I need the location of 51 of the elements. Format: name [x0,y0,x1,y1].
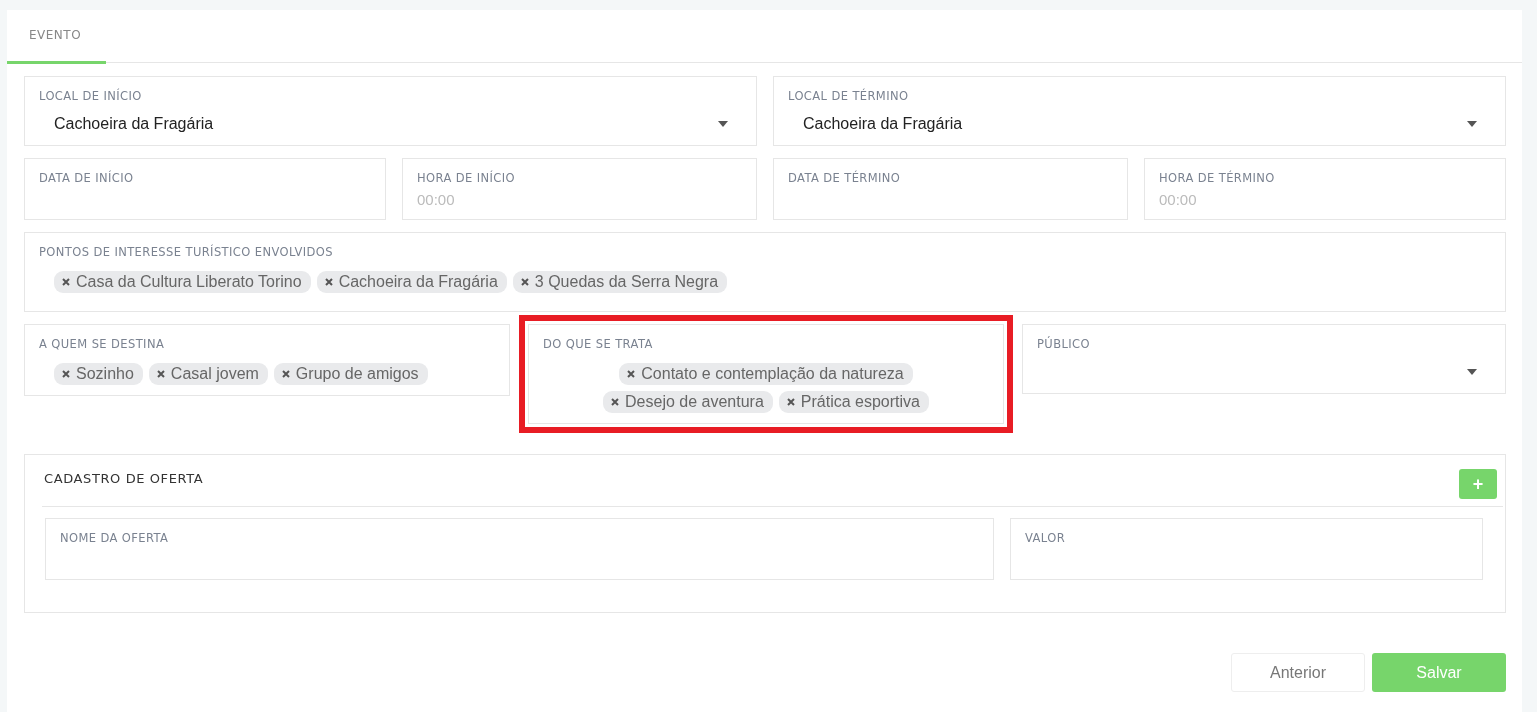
remove-icon[interactable] [156,370,165,378]
field-label: HORA DE INÍCIO [417,171,516,185]
selected-value: Cachoeira da Fragária [803,115,964,133]
caret-icon [718,121,728,127]
field-label: LOCAL DE INÍCIO [39,89,143,103]
field-label: NOME DA OFERTA [60,531,170,545]
back-button[interactable]: Anterior [1231,653,1365,692]
tag-chip[interactable]: Desejo de aventura [603,391,773,413]
tag-chip[interactable]: Contato e contemplação da natureza [619,363,913,385]
field-label: PÚBLICO [1037,337,1091,351]
input-field[interactable]: NOME DA OFERTA [45,518,994,580]
caret-icon [1467,121,1477,127]
tab[interactable]: EVENTO [7,10,106,64]
input-field[interactable]: VALOR [1010,518,1483,580]
tag-chip[interactable]: Prática esportiva [778,391,929,413]
remove-icon[interactable] [62,278,70,286]
section-title: CADASTRO DE OFERTA [44,471,204,488]
field-label: VALOR [1025,531,1067,545]
remove-icon[interactable] [324,278,333,286]
tag-chip[interactable]: 3 Quedas da Serra Negra [512,271,728,293]
field-label: HORA DE TÉRMINO [1159,171,1276,185]
tag-chip[interactable]: Casa da Cultura Liberato Torino [54,271,311,293]
remove-icon[interactable] [520,278,529,286]
input-field[interactable]: HORA DE TÉRMINO 00:00 [1144,158,1506,220]
tag-chip[interactable]: Cachoeira da Fragária [316,271,507,293]
caret-icon [1467,369,1477,375]
remove-icon[interactable] [611,398,620,406]
tag-chip[interactable]: Casal jovem [148,363,268,385]
field-label: DATA DE INÍCIO [39,171,135,185]
tag-chip[interactable]: Grupo de amigos [273,363,428,385]
remove-icon[interactable] [786,398,795,406]
field-label: LOCAL DE TÉRMINO [788,89,910,103]
remove-icon[interactable] [627,370,636,378]
field-label: DO QUE SE TRATA [543,337,654,351]
input-field[interactable]: DATA DE INÍCIO [24,158,386,220]
select-field[interactable]: LOCAL DE INÍCIO Cachoeira da Fragária [24,76,757,146]
tag-field[interactable]: PONTOS DE INTERESSE TURÍSTICO ENVOLVIDOS Casa da Cultura Liberato Torino Cachoeira da Fragária 3 Quedas da Serra Negra [24,232,1506,312]
field-label: PONTOS DE INTERESSE TURÍSTICO ENVOLVIDOS [39,245,334,259]
tag-chip[interactable]: Sozinho [54,363,143,385]
selected-value: Cachoeira da Fragária [54,115,215,133]
text-input[interactable]: 00:00 [417,185,742,208]
text-input[interactable]: 00:00 [1159,185,1491,208]
input-field[interactable]: DATA DE TÉRMINO [773,158,1128,220]
select-field[interactable]: LOCAL DE TÉRMINO Cachoeira da Fragária [773,76,1506,146]
tag-field[interactable]: A QUEM SE DESTINA Sozinho Casal jovem Grupo de amigos [24,324,510,396]
select-field[interactable]: PÚBLICO [1022,324,1506,394]
remove-icon[interactable] [62,370,70,378]
field-label: DATA DE TÉRMINO [788,171,902,185]
input-field[interactable]: HORA DE INÍCIO 00:00 [402,158,757,220]
field-label: A QUEM SE DESTINA [39,337,166,351]
remove-icon[interactable] [281,370,290,378]
